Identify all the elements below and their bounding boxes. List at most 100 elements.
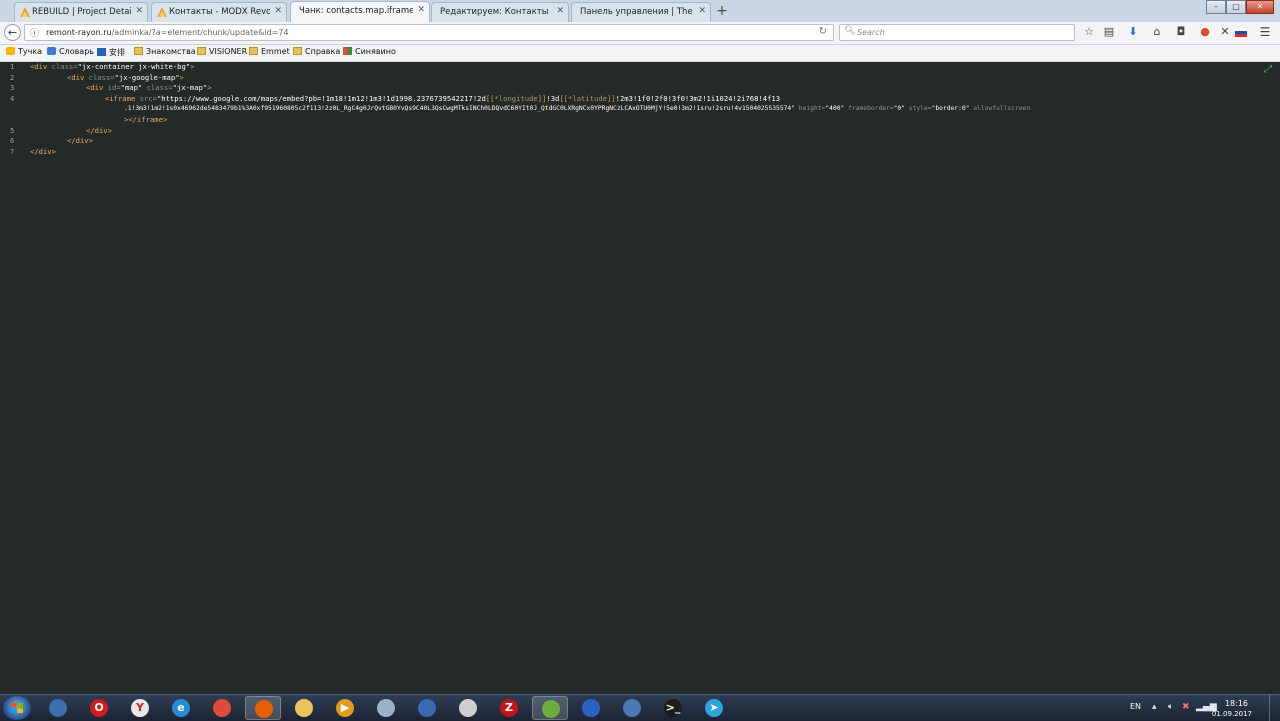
minimize-button[interactable]: – [1206,0,1226,14]
bookmark-tuchka[interactable]: Тучка [6,47,42,59]
url-bar[interactable]: ⓘ remont-rayon.ru/adminka/?a=element/chu… [24,24,834,41]
tab-rebuild-project-details[interactable]: REBUILD | Project Details ✕ [14,2,148,22]
code-line-1[interactable]: <div class="jx-container jx-white-bg"> [30,62,194,72]
token-string: "border:0" [931,105,970,113]
fullscreen-toggle-icon[interactable]: ⤢ [1262,64,1274,76]
info-icon[interactable]: ⓘ [30,26,39,39]
tray-arrow-icon[interactable]: ▴ [1152,702,1157,712]
bookmark-label: Тучка [18,47,43,56]
show-desktop-button[interactable] [1269,695,1280,721]
reload-icon[interactable]: ↻ [819,26,827,37]
taskbar-app-telegram[interactable]: ➤ [696,696,732,720]
taskbar-app-remote-desktop[interactable] [614,696,650,720]
code-line-6[interactable]: </div> [67,136,93,146]
language-indicator[interactable]: EN [1130,702,1141,711]
url-path: /adminka/?a=element/chunk/update&id=74 [111,28,289,37]
tab-title: Чанк: contacts.map.iframe | MOD [299,6,413,16]
back-button[interactable]: ← [4,24,21,41]
tab-edit-contacts[interactable]: Редактируем: Контакты | MODX ✕ [431,2,569,22]
bookmark-znakomstva[interactable]: Знакомства [134,47,196,59]
taskbar-app-explorer-folder[interactable] [286,696,322,720]
extension-color-icon[interactable]: ● [1198,25,1212,39]
taskbar-app-opera[interactable]: O [81,696,117,720]
bookmark-star-icon[interactable]: ☆ [1082,25,1096,39]
taskbar-app-ie-globe[interactable] [40,696,76,720]
bookmark-emmet[interactable]: Emmet [249,47,290,59]
close-icon[interactable]: ✕ [698,6,706,16]
media-player-icon: ▶ [336,699,354,717]
code-line-4-wrap-2[interactable]: ></iframe> [124,115,167,125]
taskbar-app-firefox[interactable] [245,696,281,720]
search-bar[interactable]: 🔍︎ Search [839,24,1075,41]
code-line-7[interactable]: </div> [30,147,56,157]
start-button[interactable] [3,696,31,720]
filezilla-icon: Z [500,699,518,717]
clock-time[interactable]: 18:16 [1225,699,1248,708]
taskbar-app-calendar-app[interactable] [573,696,609,720]
code-line-3[interactable]: <div id="map" class="jx-map"> [86,83,212,93]
taskbar-app-filezilla[interactable]: Z [491,696,527,720]
close-icon[interactable]: ✕ [135,6,143,16]
token-attr: id= [103,83,121,93]
russian-flag-icon[interactable] [1234,25,1248,39]
bookmark-slovar[interactable]: Словарь [47,47,94,59]
search-icon: 🔍︎ [844,26,856,36]
code-editor[interactable]: 1 2 3 4 5 6 7 <div class="jx-container j… [0,62,1280,694]
download-icon[interactable]: ⬇ [1126,25,1140,39]
close-icon[interactable]: ✕ [274,6,282,16]
token-bracket: [[ [559,93,569,103]
tab-contacts-modx[interactable]: Контакты - MODX Revolution ✕ [151,2,287,22]
taskbar-app-notepad[interactable] [532,696,568,720]
taskbar-app-media-player[interactable]: ▶ [327,696,363,720]
token-string: "jx-container jx-white-bg" [77,62,191,71]
code-line-2[interactable]: <div class="jx-google-map"> [67,73,184,83]
extension-x-icon[interactable]: ✕ [1218,25,1232,39]
bookmarks-bar: Тучка Словарь 安排 Знакомства VISIONER Emm… [0,45,1280,62]
bookmark-label: Знакомства [146,47,196,56]
close-icon[interactable]: ✕ [556,6,564,16]
taskbar-app-disc[interactable] [368,696,404,720]
network-warning-icon[interactable]: ✖ [1182,702,1190,712]
token-string: !3d [546,93,560,103]
clock-date[interactable]: 01.09.2017 [1212,710,1252,718]
home-icon[interactable]: ⌂ [1150,25,1164,39]
close-window-button[interactable]: ✕ [1246,0,1274,14]
taskbar-app-github[interactable] [450,696,486,720]
menu-icon[interactable]: ☰ [1258,25,1272,39]
bookmark-visioner[interactable]: VISIONER [197,47,247,59]
tab-control-panel[interactable]: Панель управления | The Pisicks ✕ [571,2,711,22]
pocket-icon[interactable]: ◘ [1174,25,1188,39]
code-line-4-wrap-1[interactable]: .1!3m3!1m2!1s0x46962de5483479b1%3A0xf951… [124,104,1030,114]
grid-icon [343,47,352,55]
taskbar-app-terminal[interactable]: >_ [655,696,691,720]
token-attr: class= [47,62,78,71]
token-string: "0" [893,105,905,113]
url-text[interactable]: remont-rayon.ru/adminka/?a=element/chunk… [46,28,289,37]
taskbar-app-network[interactable] [409,696,445,720]
maximize-button[interactable]: □ [1226,0,1246,14]
taskbar-app-chrome[interactable] [204,696,240,720]
system-tray: EN ▴ 🔈︎ ✖ ▂▄▆ 18:16 01.09.2017 [1120,695,1280,721]
taskbar-app-yandex[interactable]: Y [122,696,158,720]
terminal-icon: >_ [664,699,682,717]
line-number: 6 [10,136,15,146]
taskbar-app-internet-explorer[interactable]: e [163,696,199,720]
bookmark-spravka[interactable]: Справка [293,47,340,59]
line-number: 2 [10,72,15,82]
code-line-5[interactable]: </div> [86,126,112,136]
bookmark-label: Словарь [59,47,95,56]
close-icon[interactable]: ✕ [417,5,425,15]
tab-chunk-contacts-map-iframe[interactable]: Чанк: contacts.map.iframe | MOD ✕ [290,1,430,23]
token-tag: > [207,83,212,93]
reading-list-icon[interactable]: ▤ [1102,25,1116,39]
bookmark-sinyavino[interactable]: Синявино [343,47,396,59]
token-tag: <div [67,72,85,82]
firefox-icon [255,700,273,718]
yandex-icon: Y [131,699,149,717]
new-tab-button[interactable]: + [712,2,732,20]
bookmark-anpai[interactable]: 安排 [97,47,125,59]
speaker-icon[interactable]: 🔈︎ [1168,702,1173,712]
token-tag: <div [86,83,104,93]
code-line-4[interactable]: <iframe src="https://www.google.com/maps… [105,94,780,104]
token-string: .1!3m3!1m2!1s0x46962de5483479b1%3A0xf951… [124,105,796,113]
